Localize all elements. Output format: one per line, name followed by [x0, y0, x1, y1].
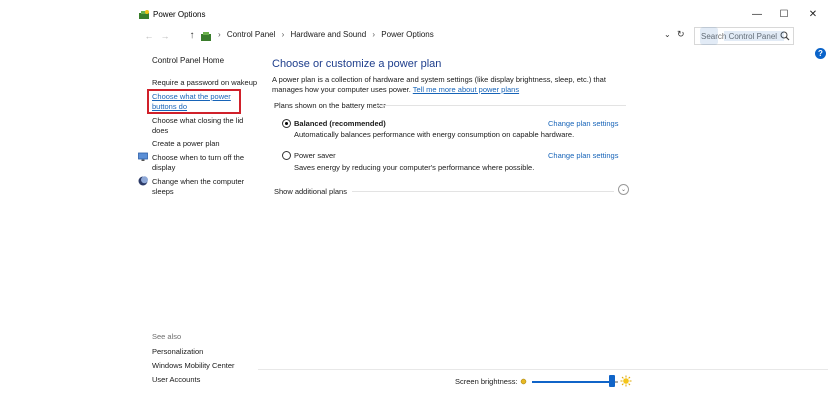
sidebar-item-power-buttons[interactable]: Choose what the power buttons do	[152, 92, 238, 112]
monitor-icon	[138, 152, 148, 161]
sidebar-item-computer-sleeps[interactable]: Change when the computer sleeps	[152, 177, 252, 197]
brightness-high-icon	[620, 375, 632, 387]
page-description: A power plan is a collection of hardware…	[272, 75, 632, 95]
breadcrumb-separator: ›	[372, 30, 376, 39]
see-also-user-accounts[interactable]: User Accounts	[152, 375, 200, 384]
breadcrumb-control-panel[interactable]: Control Panel	[227, 30, 275, 39]
see-also-heading: See also	[152, 332, 182, 341]
sidebar-item-turn-off-display[interactable]: Choose when to turn off the display	[152, 153, 252, 173]
watermark-logo	[700, 27, 784, 45]
close-button[interactable]: ✕	[802, 6, 824, 24]
sidebar-item-create-power-plan[interactable]: Create a power plan	[152, 139, 260, 149]
plan-desc-power-saver: Saves energy by reducing your computer's…	[294, 163, 535, 172]
breadcrumb-separator: ›	[281, 30, 285, 39]
breadcrumb-hardware-and-sound[interactable]: Hardware and Sound	[291, 30, 367, 39]
plan-desc-balanced: Automatically balances performance with …	[294, 130, 575, 139]
see-also-personalization[interactable]: Personalization	[152, 347, 203, 356]
sidebar-control-panel-home[interactable]: Control Panel Home	[152, 56, 224, 65]
sidebar-item-require-password[interactable]: Require a password on wakeup	[152, 78, 260, 88]
brightness-slider-thumb[interactable]	[609, 375, 615, 387]
forward-button[interactable]: →	[159, 29, 171, 43]
breadcrumb-separator: ›	[218, 30, 221, 39]
back-button[interactable]: ←	[143, 29, 155, 43]
breadcrumb-power-options[interactable]: Power Options	[381, 30, 433, 39]
minimize-button[interactable]: —	[746, 6, 768, 24]
up-button[interactable]: ↑	[186, 29, 198, 43]
balanced-radio[interactable]	[282, 119, 291, 128]
breadcrumb: › Control Panel › Hardware and Sound › P…	[214, 30, 434, 39]
plan-name-power-saver[interactable]: Power saver	[294, 151, 336, 160]
control-panel-icon	[201, 32, 211, 41]
address-dropdown-button[interactable]: ⌄	[664, 30, 671, 39]
brightness-slider[interactable]	[532, 381, 618, 383]
section-divider	[376, 105, 626, 106]
power-options-icon	[139, 10, 149, 19]
plan-name-balanced[interactable]: Balanced (recommended)	[294, 119, 386, 128]
maximize-button[interactable]: ☐	[773, 6, 795, 24]
see-also-mobility-center[interactable]: Windows Mobility Center	[152, 361, 235, 370]
learn-more-link[interactable]: Tell me more about power plans	[413, 85, 519, 94]
help-icon[interactable]: ?	[815, 48, 826, 59]
change-plan-settings-balanced[interactable]: Change plan settings	[548, 119, 618, 128]
page-title: Choose or customize a power plan	[272, 58, 442, 70]
change-plan-settings-power-saver[interactable]: Change plan settings	[548, 151, 618, 160]
expand-plans-button[interactable]: ⌄	[618, 184, 629, 195]
brightness-label: Screen brightness:	[455, 377, 518, 386]
bottom-divider	[258, 369, 828, 370]
brightness-slider-fill	[532, 381, 612, 383]
plans-section-label: Plans shown on the battery meter	[274, 101, 386, 110]
sidebar-item-closing-lid[interactable]: Choose what closing the lid does	[152, 116, 250, 136]
moon-icon	[138, 176, 148, 186]
show-additional-plans[interactable]: Show additional plans	[274, 187, 347, 196]
power-saver-radio[interactable]	[282, 151, 291, 160]
show-more-divider	[352, 191, 614, 192]
window-title: Power Options	[153, 10, 206, 19]
brightness-low-icon	[520, 378, 527, 385]
